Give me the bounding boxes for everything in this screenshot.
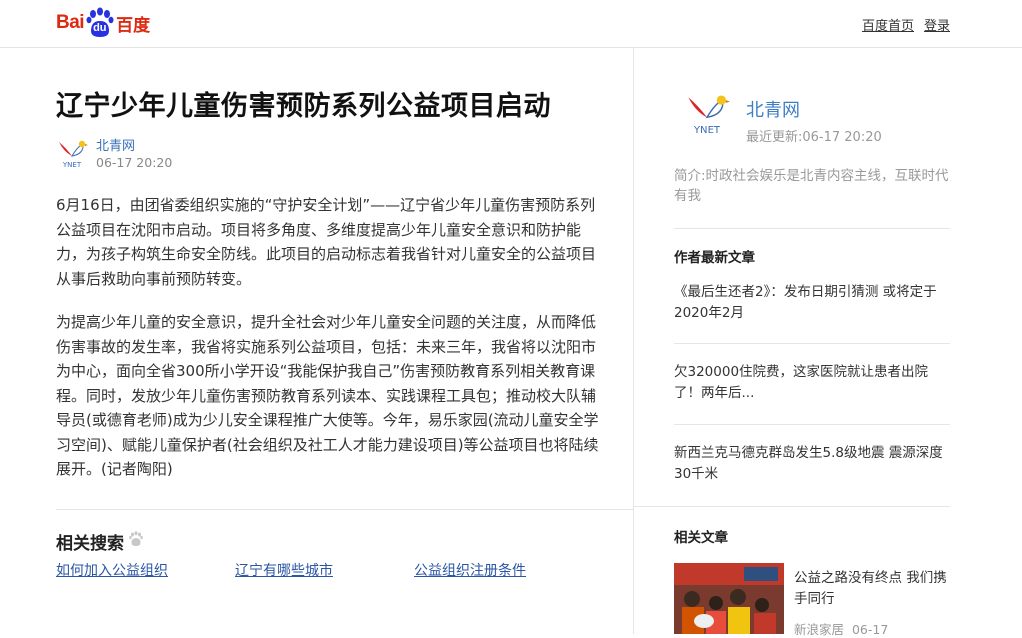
article-body: 6月16日，由团省委组织实施的“守护安全计划”——辽宁省少年儿童伤害预防系列公益… [56,193,601,501]
sidebar-author-intro: 简介:时政社会娱乐是北青内容主线，互联时代有我 [674,168,949,204]
article-author-name[interactable]: 北青网 [96,135,135,154]
related-search-link-3[interactable]: 公益组织注册条件 [414,560,526,580]
nav-login-link[interactable]: 登录 [924,15,950,34]
nav-baidu-home-link[interactable]: 百度首页 [862,15,914,34]
logo-text-bai: Bai [56,12,85,33]
article-paragraph-1: 6月16日，由团省委组织实施的“守护安全计划”——辽宁省少年儿童伤害预防系列公益… [56,196,597,288]
related-article-card[interactable]: 公益之路没有终点 我们携手同行 新浪家居 06-17 [674,563,950,638]
related-article-title[interactable]: 公益之路没有终点 我们携手同行 [794,568,950,610]
related-article-meta: 新浪家居 06-17 [794,619,888,638]
related-search-header: 相关搜索 [56,529,144,554]
sidebar-divider [674,228,950,229]
latest-article-item[interactable]: 新西兰克马德克群岛发生5.8级地震 震源深度30千米 [674,443,950,484]
svg-text:YNET: YNET [62,161,82,169]
related-article-date: 06-17 [851,622,889,637]
logo-text-baidu: 百度 [116,15,151,36]
sidebar-divider [634,506,950,507]
baidu-paw-icon: du [85,7,115,39]
column-divider [633,48,634,634]
related-search-link-2[interactable]: 辽宁有哪些城市 [235,560,333,580]
logo-text-du: du [93,22,107,34]
ynet-bird-logo[interactable]: YNET [684,88,730,138]
sidebar-author-name[interactable]: 北青网 [746,96,800,122]
sidebar-divider [674,343,950,344]
paw-icon [128,531,144,552]
article-divider [56,509,633,510]
article-time: 06-17 20:20 [96,155,173,170]
article-paragraph-2: 为提高少年儿童的安全意识，提升全社会对少年儿童安全问题的关注度，从而降低伤害事故… [56,313,599,478]
top-nav: 百度首页 登录 [862,15,950,34]
latest-article-item[interactable]: 欠320000住院费，这家医院就让患者出院了！两年后... [674,362,950,403]
baidu-logo[interactable]: Bai du 百度 [56,7,150,39]
related-search-title: 相关搜索 [56,534,124,554]
related-article-source: 新浪家居 [794,622,845,637]
top-bar: Bai du 百度 百度首页 登录 [0,0,1022,48]
ynet-bird-logo[interactable]: YNET [56,136,88,170]
article-title: 辽宁少年儿童伤害预防系列公益项目启动 [56,91,551,122]
related-articles-title: 相关文章 [674,530,728,546]
related-search-link-1[interactable]: 如何加入公益组织 [56,560,168,580]
sidebar-updated-time: 最近更新:06-17 20:20 [746,130,882,145]
related-article-thumbnail[interactable] [674,563,784,634]
svg-text:YNET: YNET [693,125,721,136]
sidebar-divider [674,424,950,425]
latest-articles-title: 作者最新文章 [674,250,755,266]
latest-article-item[interactable]: 《最后生还者2》：发布日期引猜测 或将定于2020年2月 [674,282,950,323]
